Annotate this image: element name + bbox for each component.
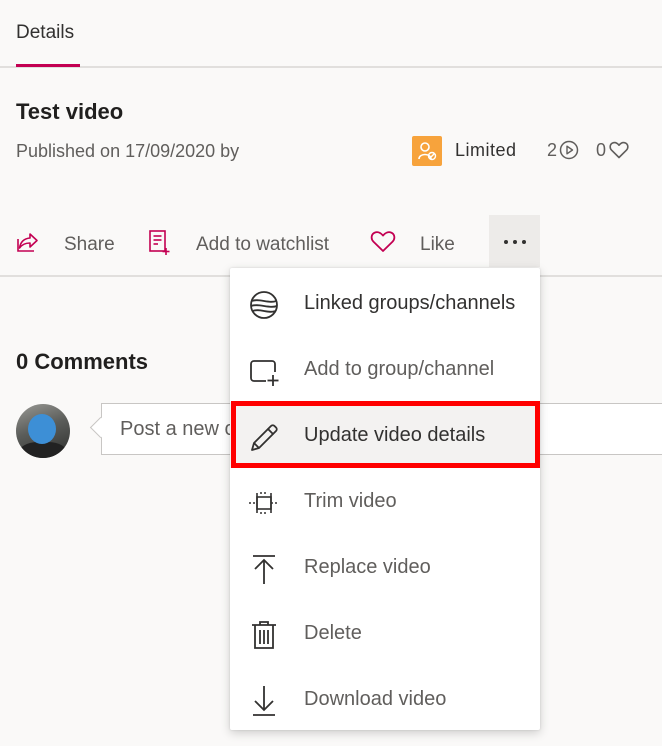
active-tab-indicator bbox=[16, 64, 80, 67]
permission-label: Limited bbox=[455, 140, 517, 160]
more-horizontal-icon bbox=[503, 232, 527, 250]
menu-item-label: Add to group/channel bbox=[304, 357, 495, 380]
more-options-menu: Linked groups/channels Add to group/chan… bbox=[230, 268, 540, 730]
watchlist-label: Add to watchlist bbox=[196, 234, 330, 255]
likes-count: 0 bbox=[596, 140, 607, 160]
play-views-icon bbox=[559, 140, 579, 165]
avatar bbox=[16, 404, 70, 458]
tab-strip: Details bbox=[0, 0, 662, 68]
video-details-page: Details Test video Published on 17/09/20… bbox=[0, 0, 662, 746]
share-button[interactable]: Share bbox=[16, 215, 115, 275]
tab-details[interactable]: Details bbox=[16, 22, 74, 44]
menu-item-add-to-group[interactable]: Add to group/channel bbox=[230, 336, 540, 402]
menu-item-label: Delete bbox=[304, 621, 362, 644]
menu-item-linked-groups[interactable]: Linked groups/channels bbox=[230, 270, 540, 336]
linked-groups-icon bbox=[248, 289, 280, 321]
menu-item-update-video-details[interactable]: Update video details bbox=[230, 402, 540, 468]
menu-item-label: Download video bbox=[304, 687, 447, 710]
menu-item-label: Trim video bbox=[304, 489, 397, 512]
published-info: Published on 17/09/2020 by bbox=[16, 141, 240, 161]
menu-item-trim-video[interactable]: Trim video bbox=[230, 468, 540, 534]
share-icon bbox=[16, 230, 40, 260]
like-label: Like bbox=[420, 234, 455, 255]
menu-item-label: Update video details bbox=[304, 423, 486, 446]
pencil-icon bbox=[248, 421, 280, 453]
views-count: 2 bbox=[547, 140, 558, 160]
comments-heading: 0 Comments bbox=[16, 349, 149, 374]
menu-item-delete[interactable]: Delete bbox=[230, 600, 540, 666]
trash-icon bbox=[248, 619, 280, 651]
heart-likes-icon bbox=[609, 141, 629, 164]
upload-arrow-icon bbox=[248, 553, 280, 585]
heart-icon bbox=[370, 231, 396, 259]
share-label: Share bbox=[64, 234, 115, 255]
video-title: Test video bbox=[16, 99, 124, 124]
watchlist-icon bbox=[148, 229, 172, 261]
download-arrow-icon bbox=[248, 685, 280, 717]
add-to-watchlist-button[interactable]: Add to watchlist bbox=[148, 215, 329, 275]
more-options-button[interactable] bbox=[489, 215, 540, 267]
like-button[interactable]: Like bbox=[370, 215, 455, 275]
menu-item-replace-video[interactable]: Replace video bbox=[230, 534, 540, 600]
menu-item-label: Replace video bbox=[304, 555, 431, 578]
menu-item-download-video[interactable]: Download video bbox=[230, 666, 540, 732]
trim-icon bbox=[248, 487, 280, 519]
limited-permission-icon bbox=[412, 136, 442, 166]
menu-item-label: Linked groups/channels bbox=[304, 291, 516, 314]
add-group-icon bbox=[248, 355, 280, 387]
